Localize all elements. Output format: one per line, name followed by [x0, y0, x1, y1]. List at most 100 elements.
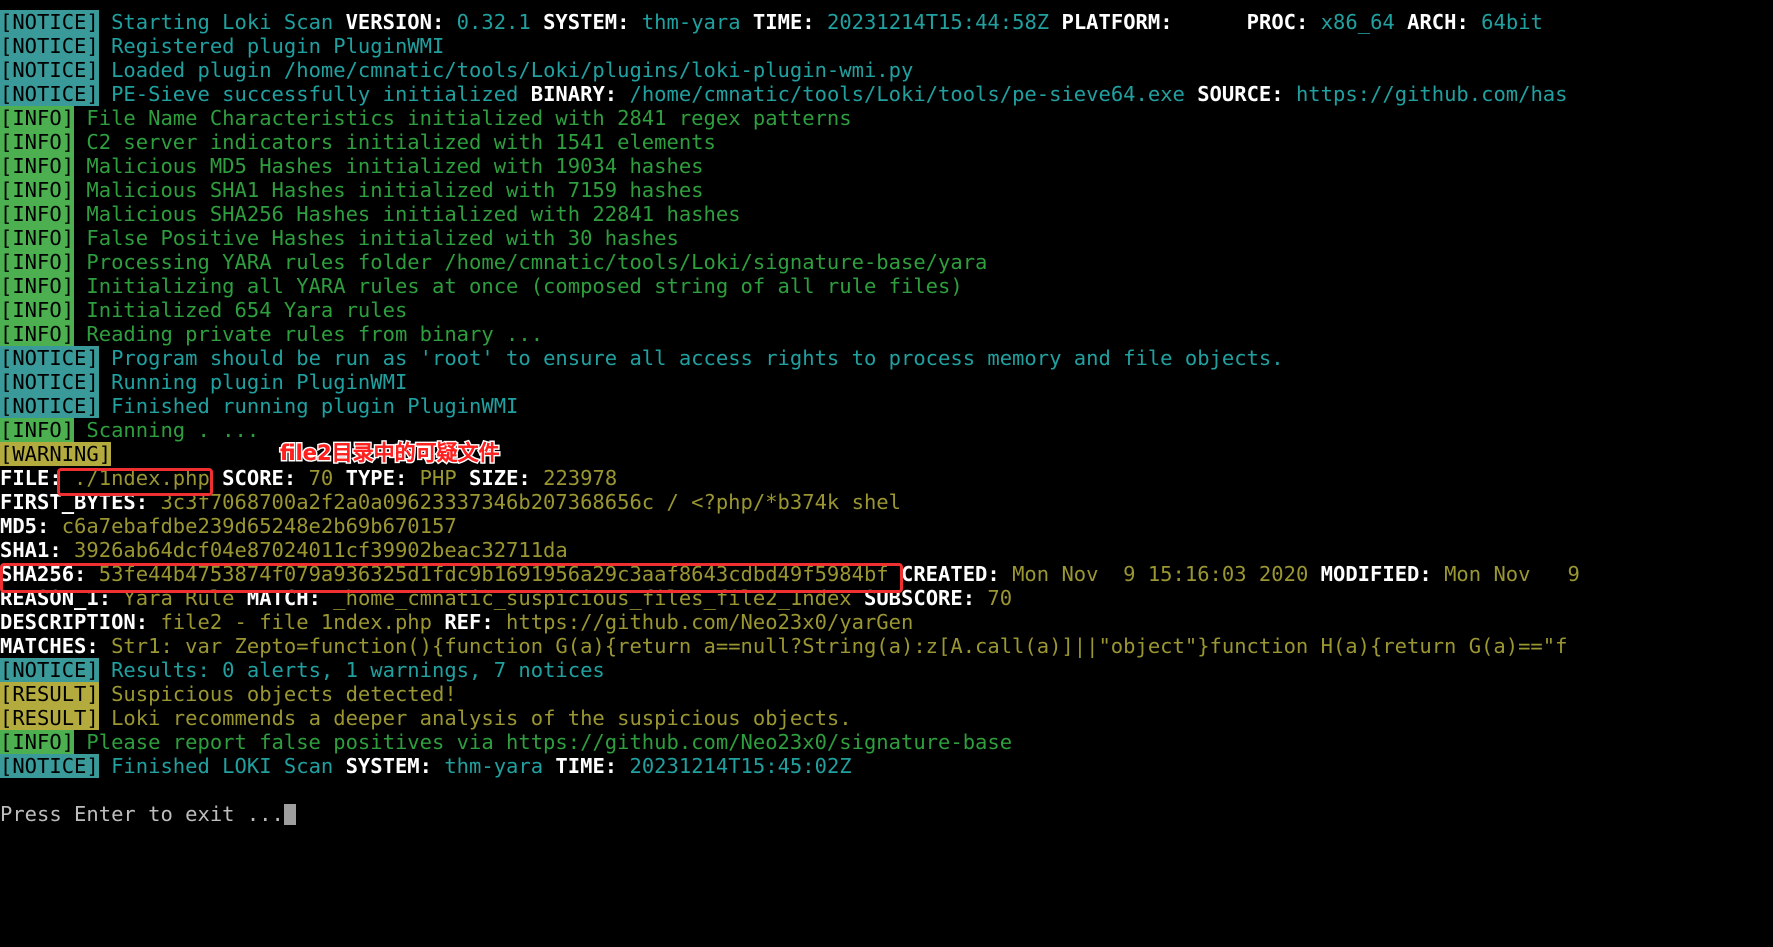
- value-size: 223978: [530, 466, 618, 490]
- text-cursor: [283, 804, 296, 825]
- log-line-md5-hashes: [INFO] Malicious MD5 Hashes initialized …: [0, 154, 1773, 178]
- value-matches: Str1: var Zepto=function(){function G(a)…: [98, 634, 1568, 658]
- key-first-bytes: FIRST_BYTES:: [0, 490, 149, 514]
- log-line-file-name-characteristics: [INFO] File Name Characteristics initial…: [0, 106, 1773, 130]
- value-binary: /home/cmnatic/tools/Loki/tools/pe-sieve6…: [617, 82, 1198, 106]
- log-line-notice-start: [NOTICE] Starting Loki Scan VERSION: 0.3…: [0, 10, 1773, 34]
- log-line-result-suspicious: [RESULT] Suspicious objects detected!: [0, 682, 1773, 706]
- info-tag: [INFO]: [0, 730, 75, 754]
- key-system: SYSTEM:: [543, 10, 630, 34]
- log-line-results: [NOTICE] Results: 0 alerts, 1 warnings, …: [0, 658, 1773, 682]
- log-message: Registered plugin PluginWMI: [98, 34, 445, 58]
- log-message: PE-Sieve successfully initialized: [98, 82, 531, 106]
- log-line-finished-scan: [NOTICE] Finished LOKI Scan SYSTEM: thm-…: [0, 754, 1773, 778]
- log-line-matches: MATCHES: Str1: var Zepto=function(){func…: [0, 634, 1773, 658]
- log-line-result-recommend: [RESULT] Loki recommends a deeper analys…: [0, 706, 1773, 730]
- log-line-first-bytes: FIRST_BYTES: 3c3f7068700a2f2a0a096233373…: [0, 490, 1773, 514]
- value-first-bytes: 3c3f7068700a2f2a0a09623337346b207368656c…: [148, 490, 901, 514]
- key-ref: REF:: [444, 610, 494, 634]
- log-message: C2 server indicators initialized with 15…: [74, 130, 716, 154]
- notice-tag: [NOTICE]: [0, 370, 99, 394]
- log-line-report-fp: [INFO] Please report false positives via…: [0, 730, 1773, 754]
- result-tag: [RESULT]: [0, 706, 99, 730]
- log-line-reason: REASON_1: Yara Rule MATCH: _home_cmnatic…: [0, 586, 1773, 610]
- notice-tag: [NOTICE]: [0, 34, 99, 58]
- log-line-loaded-plugin: [NOTICE] Loaded plugin /home/cmnatic/too…: [0, 58, 1773, 82]
- key-sha256: SHA256:: [0, 562, 87, 586]
- key-matches: MATCHES:: [0, 634, 99, 658]
- key-description: DESCRIPTION:: [0, 610, 149, 634]
- key-created: CREATED:: [900, 562, 1000, 586]
- key-time: TIME:: [555, 754, 618, 778]
- notice-tag: [NOTICE]: [0, 82, 99, 106]
- value-time: 20231214T15:44:58Z: [814, 10, 1062, 34]
- key-reason: REASON_1:: [0, 586, 112, 610]
- value-type: PHP: [407, 466, 470, 490]
- value-match: _home_cmnatic_suspicious_files_file2_1nd…: [320, 586, 864, 610]
- key-size: SIZE:: [469, 466, 531, 490]
- log-line-initialized-rules: [INFO] Initialized 654 Yara rules: [0, 298, 1773, 322]
- warning-tag: [WARNING]: [0, 442, 112, 466]
- terminal-window[interactable]: [NOTICE] Starting Loki Scan VERSION: 0.3…: [0, 0, 1773, 947]
- key-platform: PLATFORM:: [1061, 10, 1173, 34]
- value-sha256: 53fe44b4753874f079a936325d1fdc9b1691956a…: [86, 562, 901, 586]
- value-proc: x86_64: [1308, 10, 1408, 34]
- log-message: Running plugin PluginWMI: [98, 370, 408, 394]
- info-tag: [INFO]: [0, 418, 75, 442]
- key-sha1: SHA1:: [0, 538, 62, 562]
- value-description: file2 - file 1ndex.php: [148, 610, 445, 634]
- key-modified: MODIFIED:: [1320, 562, 1432, 586]
- log-line-pesieve: [NOTICE] PE-Sieve successfully initializ…: [0, 82, 1773, 106]
- log-line-root-notice: [NOTICE] Program should be run as 'root'…: [0, 346, 1773, 370]
- key-type: TYPE:: [345, 466, 408, 490]
- info-tag: [INFO]: [0, 298, 75, 322]
- terminal-output: [NOTICE] Starting Loki Scan VERSION: 0.3…: [0, 10, 1773, 826]
- key-time: TIME:: [752, 10, 815, 34]
- notice-tag: [NOTICE]: [0, 346, 99, 370]
- info-tag: [INFO]: [0, 154, 75, 178]
- log-line-sha256: SHA256: 53fe44b4753874f079a936325d1fdc9b…: [0, 562, 1773, 586]
- log-message: Initialized 654 Yara rules: [74, 298, 408, 322]
- info-tag: [INFO]: [0, 250, 75, 274]
- info-tag: [INFO]: [0, 130, 75, 154]
- key-arch: ARCH:: [1407, 10, 1469, 34]
- value-version: 0.32.1: [444, 10, 544, 34]
- log-line-processing-yara: [INFO] Processing YARA rules folder /hom…: [0, 250, 1773, 274]
- log-message: Loki recommends a deeper analysis of the…: [98, 706, 852, 730]
- log-message: Starting Loki Scan: [98, 10, 346, 34]
- log-line-scanning: [INFO] Scanning . ...: [0, 418, 1773, 442]
- press-enter-prompt[interactable]: Press Enter to exit ...: [0, 802, 1773, 826]
- log-message: Program should be run as 'root' to ensur…: [98, 346, 1284, 370]
- key-file: FILE:: [0, 466, 62, 490]
- log-line-initializing-yara: [INFO] Initializing all YARA rules at on…: [0, 274, 1773, 298]
- notice-tag: [NOTICE]: [0, 10, 99, 34]
- info-tag: [INFO]: [0, 274, 75, 298]
- log-line-c2-indicators: [INFO] C2 server indicators initialized …: [0, 130, 1773, 154]
- info-tag: [INFO]: [0, 178, 75, 202]
- key-system: SYSTEM:: [345, 754, 432, 778]
- log-line-running-plugin: [NOTICE] Running plugin PluginWMI: [0, 370, 1773, 394]
- log-message: Loaded plugin /home/cmnatic/tools/Loki/p…: [98, 58, 914, 82]
- notice-tag: [NOTICE]: [0, 754, 99, 778]
- key-version: VERSION:: [345, 10, 445, 34]
- value-md5: c6a7ebafdbe239d65248e2b69b670157: [49, 514, 457, 538]
- value-source: https://github.com/has: [1283, 82, 1568, 106]
- notice-tag: [NOTICE]: [0, 658, 99, 682]
- notice-tag: [NOTICE]: [0, 58, 99, 82]
- log-message: Initializing all YARA rules at once (com…: [74, 274, 963, 298]
- value-created: Mon Nov 9 15:16:03 2020: [999, 562, 1321, 586]
- value-subscore: 70: [975, 586, 1013, 610]
- value-sha1: 3926ab64dcf04e87024011cf39902beac32711da: [61, 538, 568, 562]
- log-message: Finished LOKI Scan: [98, 754, 346, 778]
- key-binary: BINARY:: [530, 82, 618, 106]
- log-message: Malicious SHA256 Hashes initialized with…: [74, 202, 741, 226]
- log-line-reading-private-rules: [INFO] Reading private rules from binary…: [0, 322, 1773, 346]
- log-line-sha1: SHA1: 3926ab64dcf04e87024011cf39902beac3…: [0, 538, 1773, 562]
- value-platform: [1173, 10, 1247, 34]
- log-message: Suspicious objects detected!: [98, 682, 457, 706]
- log-line-file: FILE: ./1ndex.php SCORE: 70 TYPE: PHP SI…: [0, 466, 1773, 490]
- value-system: thm-yara: [432, 754, 556, 778]
- key-source: SOURCE:: [1197, 82, 1284, 106]
- log-message: Please report false positives via https:…: [74, 730, 1013, 754]
